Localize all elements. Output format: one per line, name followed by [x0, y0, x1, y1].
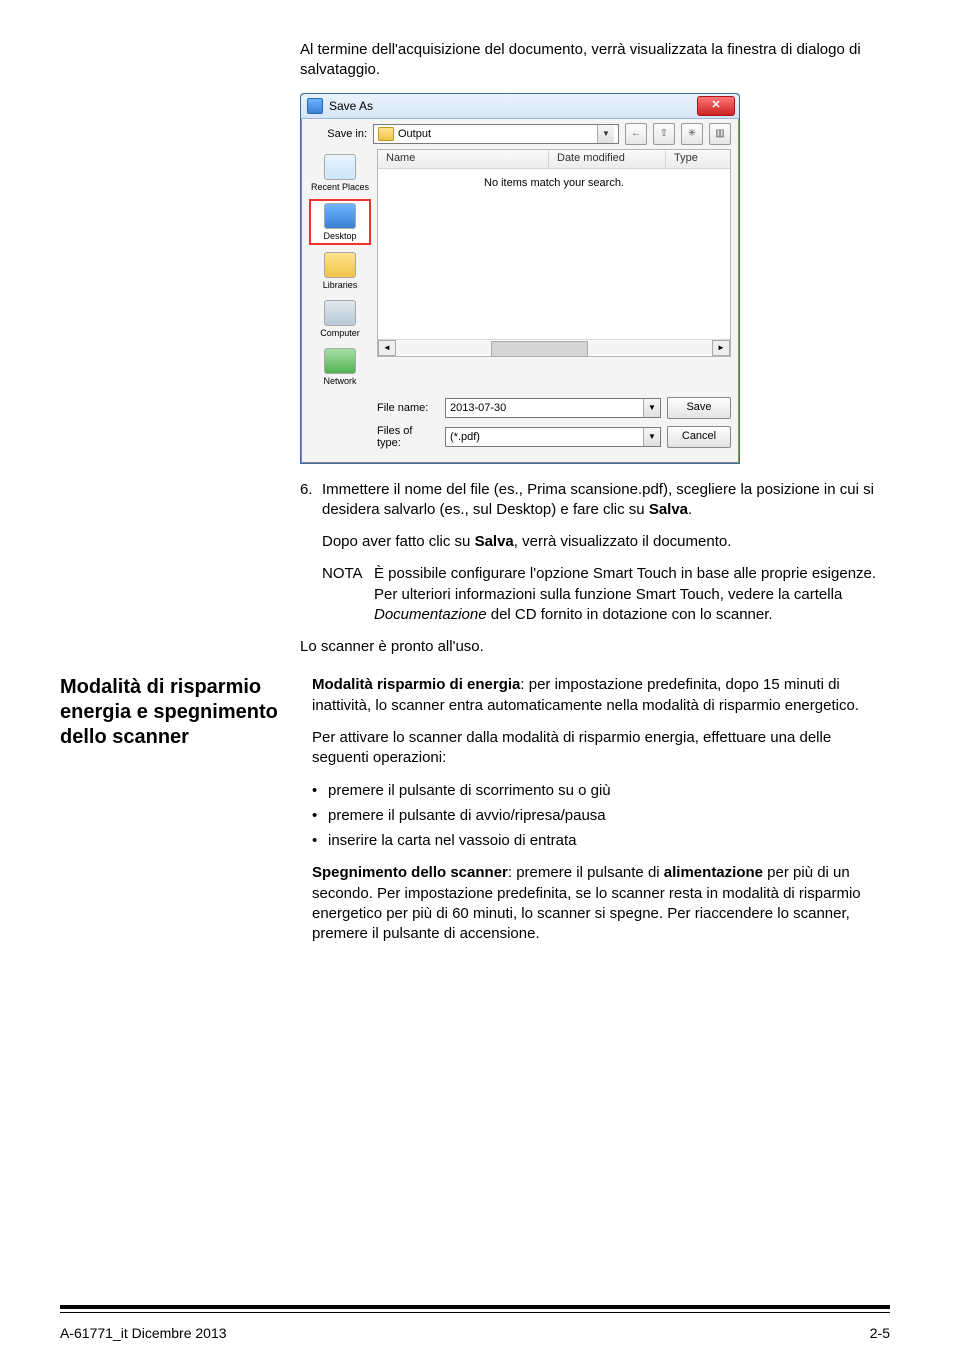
save-in-value: Output — [398, 128, 431, 140]
col-date[interactable]: Date modified — [549, 150, 666, 168]
page: Al termine dell'acquisizione del documen… — [0, 0, 960, 1369]
footer: A-61771_it Dicembre 2013 2-5 — [60, 1325, 890, 1341]
file-name-label: File name: — [377, 402, 439, 414]
scanner-ready: Lo scanner è pronto all'uso. — [300, 637, 890, 657]
col-name[interactable]: Name — [378, 150, 549, 168]
dialog-title: Save As — [329, 99, 697, 113]
save-in-combo[interactable]: Output ▼ — [373, 124, 619, 144]
nota-block: NOTA È possibile configurare l'opzione S… — [322, 564, 890, 625]
footer-rule — [60, 1305, 890, 1313]
col-type[interactable]: Type — [666, 150, 730, 168]
step-6: 6. Immettere il nome del file (es., Prim… — [300, 480, 890, 521]
section-body: Modalità risparmio di energia: per impos… — [312, 675, 890, 956]
computer-icon — [324, 300, 356, 326]
up-button[interactable]: ⇧ — [653, 123, 675, 145]
power-section: Modalità di risparmio energia e spegnime… — [60, 675, 890, 956]
list-header[interactable]: Name Date modified Type — [378, 150, 730, 169]
step-6-body: Immettere il nome del file (es., Prima s… — [322, 480, 890, 521]
place-network[interactable]: Network — [309, 345, 371, 389]
step-number: 6. — [300, 480, 322, 521]
place-libraries[interactable]: Libraries — [309, 249, 371, 293]
footer-right: 2-5 — [870, 1325, 890, 1341]
dialog-main: Recent Places Desktop Libraries Computer — [301, 149, 739, 393]
place-recent[interactable]: Recent Places — [309, 151, 371, 195]
activate-paragraph: Per attivare lo scanner dalla modalità d… — [312, 728, 890, 769]
new-folder-button[interactable]: ✳ — [681, 123, 703, 145]
recent-icon — [324, 154, 356, 180]
activate-bullets: premere il pulsante di scorrimento su o … — [312, 780, 890, 851]
nota-label: NOTA — [322, 564, 374, 625]
place-computer[interactable]: Computer — [309, 297, 371, 341]
folder-icon — [378, 127, 394, 141]
file-name-input[interactable]: 2013-07-30 ▼ — [445, 398, 661, 418]
after-save-paragraph: Dopo aver fatto clic su Salva, verrà vis… — [322, 532, 890, 552]
place-desktop[interactable]: Desktop — [309, 199, 371, 245]
chevron-down-icon[interactable]: ▼ — [643, 428, 660, 446]
save-as-dialog: Save As ✕ Save in: Output ▼ ← ⇧ ✳ ▥ — [300, 93, 740, 464]
bullet-item: inserire la carta nel vassoio di entrata — [312, 830, 890, 851]
file-type-label: Files of type: — [377, 425, 439, 449]
shutdown-paragraph: Spegnimento dello scanner: premere il pu… — [312, 863, 890, 944]
network-icon — [324, 348, 356, 374]
save-icon — [307, 98, 323, 114]
save-button[interactable]: Save — [667, 397, 731, 419]
intro-paragraph: Al termine dell'acquisizione del documen… — [300, 40, 890, 81]
nota-body: È possibile configurare l'opzione Smart … — [374, 564, 890, 625]
bullet-item: premere il pulsante di avvio/ripresa/pau… — [312, 805, 890, 826]
top-content: Al termine dell'acquisizione del documen… — [300, 40, 890, 657]
desktop-icon — [324, 203, 356, 229]
cancel-button[interactable]: Cancel — [667, 426, 731, 448]
back-button[interactable]: ← — [625, 123, 647, 145]
section-heading: Modalità di risparmio energia e spegnime… — [60, 675, 312, 956]
chevron-down-icon[interactable]: ▼ — [597, 125, 614, 143]
file-type-input[interactable]: (*.pdf) ▼ — [445, 427, 661, 447]
save-in-label: Save in: — [309, 128, 367, 140]
views-button[interactable]: ▥ — [709, 123, 731, 145]
scroll-track[interactable] — [396, 341, 712, 355]
dialog-titlebar[interactable]: Save As ✕ — [301, 94, 739, 119]
close-button[interactable]: ✕ — [697, 96, 735, 116]
scroll-thumb[interactable] — [491, 341, 588, 357]
file-list[interactable]: Name Date modified Type No items match y… — [377, 149, 731, 357]
scroll-right-icon[interactable]: ► — [712, 340, 730, 356]
bullet-item: premere il pulsante di scorrimento su o … — [312, 780, 890, 801]
places-bar: Recent Places Desktop Libraries Computer — [309, 149, 371, 389]
save-in-row: Save in: Output ▼ ← ⇧ ✳ ▥ — [301, 119, 739, 149]
scroll-left-icon[interactable]: ◄ — [378, 340, 396, 356]
dialog-bottom: File name: 2013-07-30 ▼ Save Files of ty… — [301, 393, 739, 463]
empty-message: No items match your search. — [378, 169, 730, 339]
footer-left: A-61771_it Dicembre 2013 — [60, 1325, 227, 1341]
libraries-icon — [324, 252, 356, 278]
horizontal-scrollbar[interactable]: ◄ ► — [378, 339, 730, 356]
power-save-paragraph: Modalità risparmio di energia: per impos… — [312, 675, 890, 716]
chevron-down-icon[interactable]: ▼ — [643, 399, 660, 417]
